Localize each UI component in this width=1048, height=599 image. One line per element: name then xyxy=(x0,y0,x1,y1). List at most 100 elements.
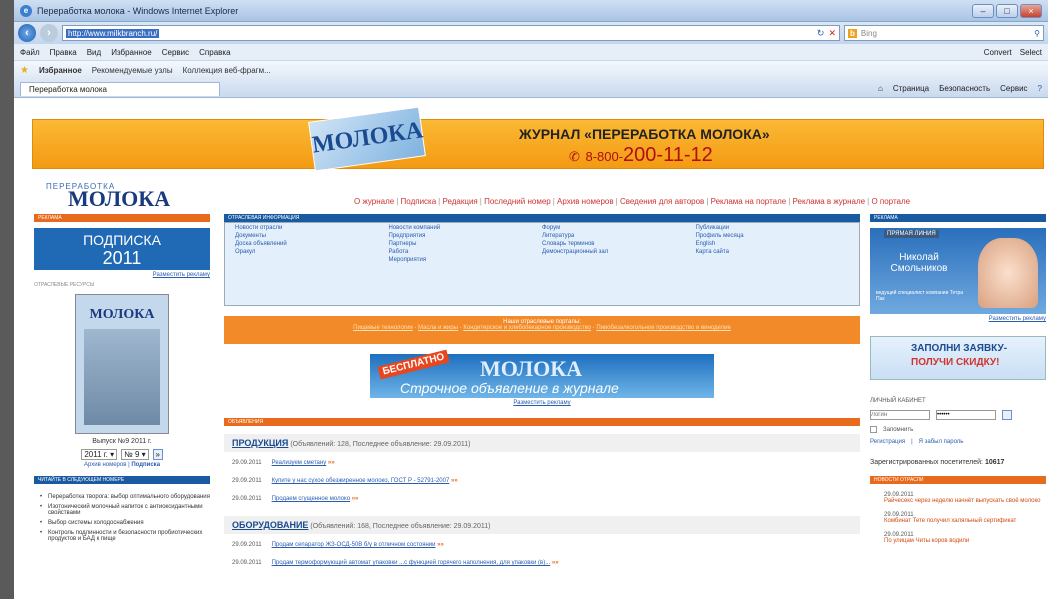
cover-image xyxy=(84,329,160,425)
nav-subscription[interactable]: Подписка xyxy=(401,197,437,206)
menu-edit[interactable]: Правка xyxy=(50,48,77,57)
ad-link[interactable]: Продам термоформующий автомат упаковки .… xyxy=(272,560,551,566)
remember-checkbox[interactable] xyxy=(870,426,877,433)
category-link[interactable]: ПРОДУКЦИЯ xyxy=(232,438,288,448)
info-link[interactable]: Литература xyxy=(542,233,696,239)
maximize-button[interactable]: □ xyxy=(996,3,1018,18)
list-item[interactable]: Изотонический молочный напиток с антиокс… xyxy=(40,504,210,516)
magazine-cover[interactable]: МОЛОКА xyxy=(75,294,169,434)
go-button[interactable]: » xyxy=(152,449,163,460)
center-place-ad-link[interactable]: Разместить рекламу xyxy=(224,400,860,406)
center-column: ОТРАСЛЕВАЯ ИНФОРМАЦИЯ Новости отрасли Док… xyxy=(224,214,860,570)
application-banner[interactable]: ЗАПОЛНИ ЗАЯВКУ- ПОЛУЧИ СКИДКУ! xyxy=(870,336,1046,380)
select-button[interactable]: Select xyxy=(1020,48,1042,57)
menu-tools[interactable]: Сервис xyxy=(162,48,189,57)
nav-journal-ads[interactable]: Реклама в журнале xyxy=(793,197,866,206)
archive-link[interactable]: Архив номеров xyxy=(84,462,126,468)
info-link[interactable]: Предприятия xyxy=(389,233,543,239)
forgot-link[interactable]: Я забыл пароль xyxy=(919,439,964,445)
news-item[interactable]: 29.09.2011 По улицам Читы коров водили xyxy=(870,532,1046,544)
info-link[interactable]: Работа xyxy=(389,249,543,255)
info-link[interactable]: Оракул xyxy=(235,249,389,255)
ad-link[interactable]: Реализуем сметану xyxy=(272,460,327,466)
menu-help[interactable]: Справка xyxy=(199,48,230,57)
favorites-button[interactable]: Избранное xyxy=(39,66,82,75)
fav-item-suggested[interactable]: Рекомендуемые узлы xyxy=(92,66,173,75)
ad-link[interactable]: Купите у нас сухое обезжиренное молоко, … xyxy=(272,478,450,484)
nav-about[interactable]: О журнале xyxy=(354,197,394,206)
portal-link[interactable]: Кондитерское и хлебопекарное производств… xyxy=(463,325,591,331)
expert-banner[interactable]: ПРЯМАЯ ЛИНИЯ Николай Смольников ведущий … xyxy=(870,228,1046,314)
login-button[interactable] xyxy=(1002,410,1012,420)
subscribe-banner[interactable]: ПОДПИСКА 2011 xyxy=(34,228,210,270)
year-select[interactable]: 2011 г. ▾ xyxy=(81,449,118,460)
news-item[interactable]: 29.09.2011 Райчесекс через неделю начнёт … xyxy=(870,492,1046,504)
forward-icon[interactable]: › xyxy=(40,24,58,42)
site-logo[interactable]: ПЕРЕРАБОТКА МОЛОКА xyxy=(46,182,206,211)
stop-icon[interactable]: ✕ xyxy=(828,28,836,39)
tool-page[interactable]: Страница xyxy=(893,84,929,93)
tab-active[interactable]: Переработка молока xyxy=(20,81,220,96)
nav-portal-ads[interactable]: Реклама на портале xyxy=(711,197,787,206)
info-link[interactable]: Документы xyxy=(235,233,389,239)
menu-file[interactable]: Файл xyxy=(20,48,40,57)
portals-title: Наши отраслевые порталы: xyxy=(503,319,581,325)
url-field[interactable]: http://www.milkbranch.ru/ ↻ ✕ xyxy=(62,25,840,41)
info-link[interactable]: Публикации xyxy=(696,225,850,231)
info-link[interactable]: Профиль месяца xyxy=(696,233,850,239)
register-link[interactable]: Регистрация xyxy=(870,439,905,445)
tool-safety[interactable]: Безопасность xyxy=(939,84,990,93)
tool-service[interactable]: Сервис xyxy=(1000,84,1027,93)
info-link[interactable]: Демонстрационный зал xyxy=(542,249,696,255)
info-link[interactable]: Мероприятия xyxy=(389,257,543,263)
nav-archive[interactable]: Архив номеров xyxy=(557,197,614,206)
portal-link[interactable]: Пивобезалкогольное производство и виноде… xyxy=(596,325,730,331)
info-link[interactable]: Новости отрасли xyxy=(235,225,389,231)
nav-editorial[interactable]: Редакция xyxy=(442,197,477,206)
fav-item-gallery[interactable]: Коллекция веб-фрагм... xyxy=(183,66,271,75)
close-button[interactable]: × xyxy=(1020,3,1042,18)
info-link[interactable]: Доска объявлений xyxy=(235,241,389,247)
nav-about-portal[interactable]: О портале xyxy=(871,197,910,206)
search-icon[interactable]: ⚲ xyxy=(1034,29,1040,38)
url-text[interactable]: http://www.milkbranch.ru/ xyxy=(66,28,160,38)
search-field[interactable]: b Bing ⚲ xyxy=(844,25,1044,41)
star-icon: ★ xyxy=(20,65,29,76)
info-link[interactable]: Карта сайта xyxy=(696,249,850,255)
left-column: РЕКЛАМА ПОДПИСКА 2011 Разместить рекламу… xyxy=(34,214,210,546)
minimize-button[interactable]: – xyxy=(972,3,994,18)
convert-button[interactable]: Convert xyxy=(984,48,1012,57)
nav-last-issue[interactable]: Последний номер xyxy=(484,197,551,206)
left-ad-header: РЕКЛАМА xyxy=(34,214,210,222)
ad-link[interactable]: Продаем сгущенное молоко xyxy=(272,496,350,502)
subscription-link[interactable]: Подписка xyxy=(131,462,160,468)
info-link[interactable]: Партнеры xyxy=(389,241,543,247)
place-ad-link[interactable]: Разместить рекламу xyxy=(34,272,210,278)
info-link[interactable]: English xyxy=(696,241,850,247)
password-input[interactable] xyxy=(936,410,996,420)
portal-link[interactable]: Пищевые технологии xyxy=(353,325,413,331)
list-item[interactable]: Контроль подлинности и безопасности проб… xyxy=(40,530,210,542)
category-link[interactable]: ОБОРУДОВАНИЕ xyxy=(232,520,308,530)
portal-link[interactable]: Масла и жиры xyxy=(418,325,458,331)
menu-favorites[interactable]: Избранное xyxy=(111,48,152,57)
ad-link[interactable]: Продам сепаратор ЖЗ-ОСД-50В б/у в отличн… xyxy=(272,542,436,548)
news-item[interactable]: 29.09.2011 Комбинат Тете получил халяльны… xyxy=(870,512,1046,524)
back-icon[interactable]: ‹ xyxy=(18,24,36,42)
nav-authors[interactable]: Сведения для авторов xyxy=(620,197,704,206)
info-link[interactable]: Форум xyxy=(542,225,696,231)
classified-ad-banner[interactable]: БЕСПЛАТНО МОЛОКА Строчное объявление в ж… xyxy=(370,349,714,398)
login-input[interactable] xyxy=(870,410,930,420)
refresh-icon[interactable]: ↻ xyxy=(817,28,825,39)
number-select[interactable]: № 9 ▾ xyxy=(121,449,149,460)
top-banner[interactable]: МОЛОКА ЖУРНАЛ «ПЕРЕРАБОТКА МОЛОКА» ✆ 8-8… xyxy=(32,106,1044,172)
right-place-ad-link[interactable]: Разместить рекламу xyxy=(870,316,1046,322)
menu-view[interactable]: Вид xyxy=(87,48,101,57)
list-item[interactable]: Выбор системы холодоснабжения xyxy=(40,520,210,526)
info-link[interactable]: Новости компаний xyxy=(389,225,543,231)
list-item[interactable]: Переработка творога: выбор оптимального … xyxy=(40,494,210,500)
help-icon[interactable]: ? xyxy=(1038,84,1042,93)
info-link[interactable]: Словарь терминов xyxy=(542,241,696,247)
banner-title: ЖУРНАЛ «ПЕРЕРАБОТКА МОЛОКА» xyxy=(519,126,770,142)
home-icon[interactable]: ⌂ xyxy=(878,84,883,93)
